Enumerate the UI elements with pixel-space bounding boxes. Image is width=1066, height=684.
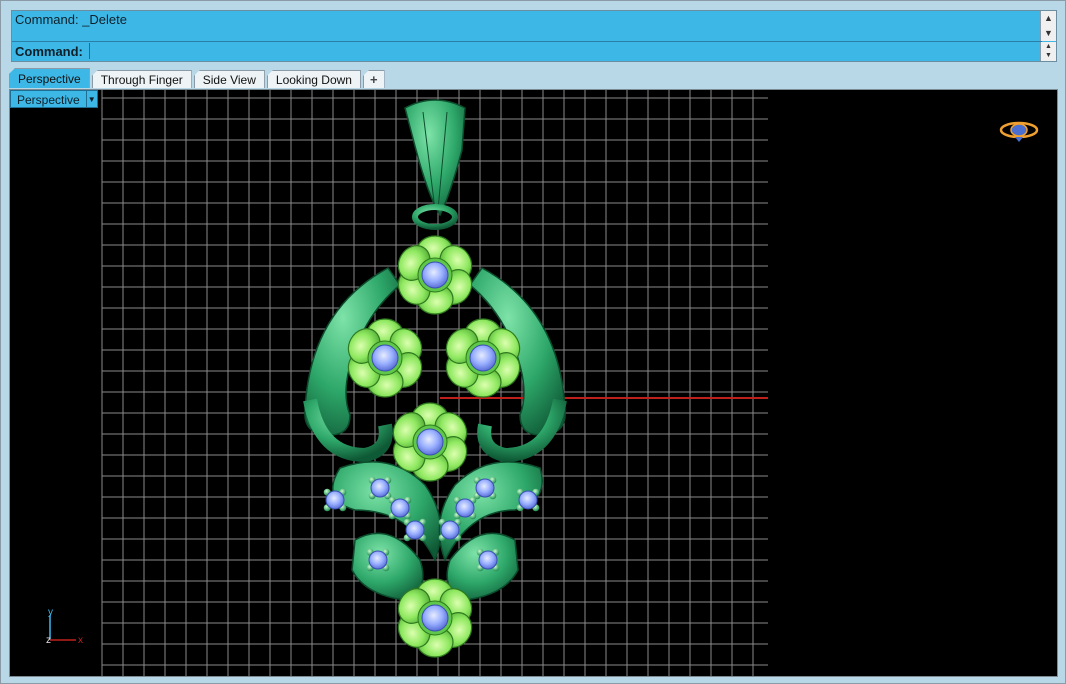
- axis-x-label: x: [78, 635, 83, 646]
- accent-gem: [388, 496, 412, 520]
- command-label: Command:: [15, 44, 83, 59]
- pendant-model: [303, 99, 567, 658]
- add-tab-icon[interactable]: +: [362, 70, 385, 88]
- viewport-title[interactable]: Perspective ▼: [10, 90, 98, 108]
- tab-perspective[interactable]: Perspective: [9, 68, 90, 88]
- spin-up-icon[interactable]: ▲: [1041, 42, 1056, 51]
- accent-gem: [366, 548, 390, 572]
- axis-z-label: z: [46, 635, 51, 646]
- center-gem: [416, 428, 444, 456]
- command-separator: [12, 41, 1042, 42]
- nav-orbit-icon[interactable]: [999, 121, 1039, 142]
- flower-setting: [397, 235, 473, 315]
- scroll-up-icon[interactable]: ▲: [1041, 11, 1056, 26]
- center-gem: [421, 261, 449, 289]
- scroll-down-icon[interactable]: ▼: [1041, 26, 1056, 41]
- axis-gizmo-icon: y x z: [46, 607, 83, 646]
- command-area: Command: _Delete Command: ▲ ▼ ▲ ▼: [11, 10, 1057, 62]
- viewport-menu-arrow-icon[interactable]: ▼: [86, 90, 98, 108]
- accent-gem: [516, 488, 540, 512]
- tab-side-view[interactable]: Side View: [193, 70, 265, 88]
- accent-gem: [476, 548, 500, 572]
- viewport-name[interactable]: Perspective: [10, 90, 87, 108]
- command-spin[interactable]: ▲ ▼: [1040, 42, 1056, 61]
- accent-gem: [368, 476, 392, 500]
- viewport-tabs: Perspective Through Finger Side View Loo…: [9, 68, 387, 88]
- viewport-perspective[interactable]: Perspective ▼ y x z: [9, 89, 1058, 677]
- rhino-window: Command: _Delete Command: ▲ ▼ ▲ ▼ Perspe…: [0, 0, 1066, 684]
- command-input[interactable]: [89, 43, 1046, 59]
- command-history-scrollbar[interactable]: ▲ ▼: [1040, 11, 1056, 41]
- accent-gem: [403, 518, 427, 542]
- center-gem: [421, 604, 449, 632]
- tab-looking-down[interactable]: Looking Down: [266, 70, 361, 88]
- accent-gem: [473, 476, 497, 500]
- center-gem: [371, 344, 399, 372]
- accent-gem: [438, 518, 462, 542]
- center-gem: [469, 344, 497, 372]
- axis-y-label: y: [48, 607, 53, 618]
- accent-gem: [453, 496, 477, 520]
- accent-gem: [323, 488, 347, 512]
- tab-through-finger[interactable]: Through Finger: [91, 70, 192, 88]
- spin-down-icon[interactable]: ▼: [1041, 51, 1056, 60]
- viewport-canvas: y x z: [46, 90, 1039, 676]
- command-history: Command: _Delete: [15, 12, 127, 27]
